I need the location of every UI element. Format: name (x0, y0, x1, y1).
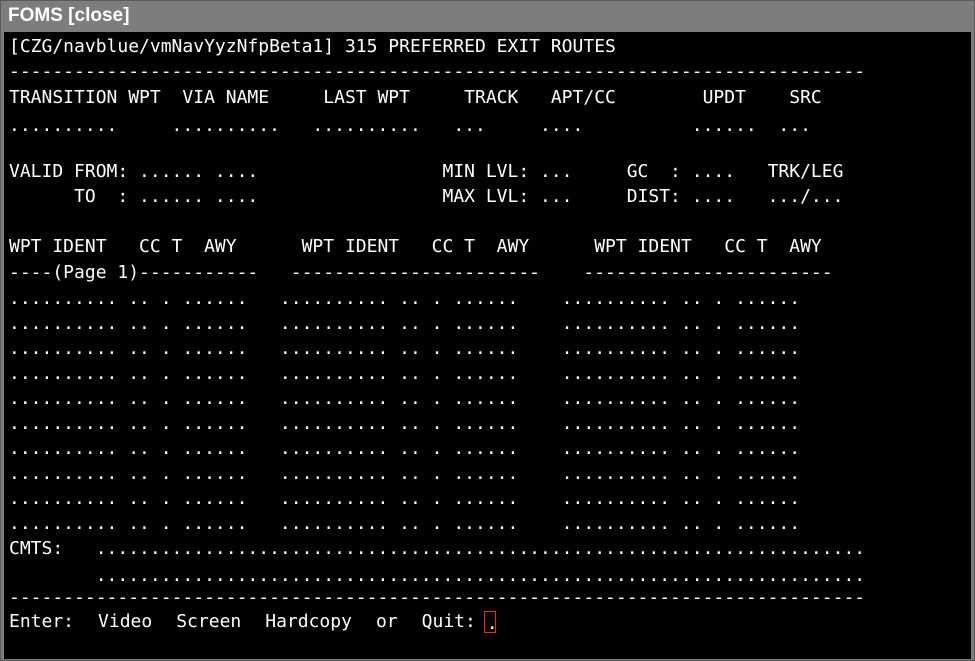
command-input-value: . (486, 612, 498, 634)
screen-header: [CZG/navblue/vmNavYyzNfpBeta1] 315 PREFE… (9, 36, 616, 57)
window-title: FOMS (8, 5, 63, 26)
table-separator: ----(Page 1)----------- ----------------… (9, 262, 833, 283)
valid-from-line: VALID FROM: ...... .... MIN LVL: ... GC … (9, 161, 844, 182)
table-row: .......... .. . ...... .......... .. . .… (9, 513, 801, 534)
quit-option[interactable]: Quit: (422, 609, 476, 634)
valid-to-line: TO : ...... .... MAX LVL: ... DIST: ....… (9, 186, 844, 207)
columns-header: TRANSITION WPT VIA NAME LAST WPT TRACK A… (9, 87, 822, 108)
close-button[interactable]: [close] (68, 5, 129, 26)
table-row: .......... .. . ...... .......... .. . .… (9, 363, 801, 384)
cmts-line-1: CMTS: ..................................… (9, 538, 866, 559)
table-row: .......... .. . ...... .......... .. . .… (9, 288, 801, 309)
separator-top: ----------------------------------------… (9, 61, 866, 82)
or-text: or (375, 611, 398, 632)
table-row: .......... .. . ...... .......... .. . .… (9, 438, 801, 459)
foms-window: FOMS [close] [CZG/navblue/vmNavYyzNfpBet… (0, 0, 975, 661)
title-bar: FOMS [close] (1, 1, 974, 31)
command-input[interactable]: . (483, 610, 498, 634)
table-row: .......... .. . ...... .......... .. . .… (9, 488, 801, 509)
video-option[interactable]: Video (98, 609, 152, 634)
terminal-screen: [CZG/navblue/vmNavYyzNfpBeta1] 315 PREFE… (4, 32, 971, 659)
table-row: .......... .. . ...... .......... .. . .… (9, 463, 801, 484)
table-row: .......... .. . ...... .......... .. . .… (9, 313, 801, 334)
table-row: .......... .. . ...... .......... .. . .… (9, 413, 801, 434)
table-row: .......... .. . ...... .......... .. . .… (9, 338, 801, 359)
screen-option[interactable]: Screen (176, 609, 241, 634)
hardcopy-option[interactable]: Hardcopy (265, 609, 352, 634)
command-prompt: Enter: Video Screen Hardcopy or Quit: . (9, 609, 498, 634)
table-header: WPT IDENT CC T AWY WPT IDENT CC T AWY WP… (9, 236, 822, 257)
table-row: .......... .. . ...... .......... .. . .… (9, 388, 801, 409)
prompt-label: Enter: (9, 611, 75, 632)
separator-bottom: ----------------------------------------… (9, 587, 866, 608)
columns-values: .......... .......... .......... ... ...… (9, 115, 811, 136)
